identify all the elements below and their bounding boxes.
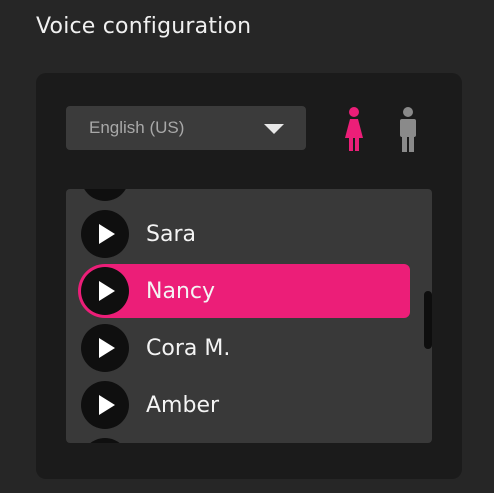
play-icon[interactable] [81, 381, 129, 429]
page-title: Voice configuration [36, 14, 252, 39]
play-icon[interactable] [81, 438, 129, 443]
play-icon[interactable] [81, 189, 129, 201]
language-dropdown[interactable]: English (US) [66, 106, 306, 150]
voice-list-scrollbar[interactable] [424, 291, 432, 349]
voice-list[interactable]: Sara Nancy Cora M. Amber [66, 189, 432, 443]
female-filter-button[interactable] [339, 106, 369, 154]
voice-config-panel: English (US) Sara Nancy Cora M. Amber [36, 73, 462, 479]
play-icon[interactable] [81, 210, 129, 258]
male-icon [400, 107, 416, 152]
voice-row-amber[interactable]: Amber [78, 378, 410, 432]
voice-row-sara[interactable]: Sara [78, 207, 410, 261]
voice-name: Nancy [146, 278, 215, 304]
voice-row-cora[interactable]: Cora M. [78, 321, 410, 375]
male-filter-button[interactable] [393, 106, 423, 154]
language-value: English (US) [89, 118, 185, 137]
play-icon[interactable] [81, 267, 129, 315]
voice-name: Amber [146, 392, 220, 418]
voice-name: Cora M. [146, 335, 231, 361]
female-icon [345, 107, 363, 151]
voice-name: Sara [146, 221, 196, 247]
voice-row-nancy[interactable]: Nancy [78, 264, 410, 318]
chevron-down-icon [264, 124, 284, 134]
play-icon[interactable] [81, 324, 129, 372]
